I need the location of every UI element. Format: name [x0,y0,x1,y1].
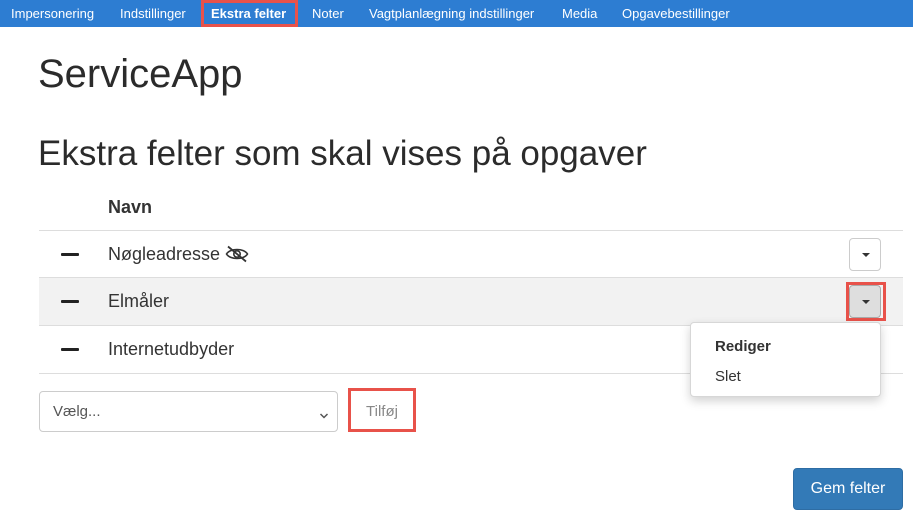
nav-item-opgavebestillinger[interactable]: Opgavebestillinger [622,0,730,27]
chevron-down-icon [319,407,329,425]
row-actions-menu: Rediger Slet [690,322,881,397]
menu-item-rediger[interactable]: Rediger [715,338,771,356]
row-actions-dropdown-button[interactable] [849,285,881,318]
caret-down-icon [862,253,870,257]
nav-item-vagtplanlaegning[interactable]: Vagtplanlægning indstillinger [369,0,534,27]
column-header-navn: Navn [108,197,153,217]
field-select-value: Vælg... [53,403,101,420]
eye-slash-icon [225,245,249,268]
row-name-label: Internetudbyder [108,339,235,359]
nav-item-impersonering[interactable]: Impersonering [11,0,94,27]
table-row: Nøgleadresse [39,231,903,278]
caret-down-icon [862,300,870,304]
drag-handle-icon[interactable] [61,348,79,351]
field-select[interactable]: Vælg... [39,391,338,432]
app-title: ServiceApp [38,52,243,96]
nav-item-noter[interactable]: Noter [312,0,344,27]
row-name-cell: Nøgleadresse [108,243,249,268]
drag-handle-icon[interactable] [61,253,79,256]
menu-item-slet[interactable]: Slet [715,368,741,386]
page-heading: Ekstra felter som skal vises på opgaver [38,134,647,173]
save-fields-button[interactable]: Gem felter [793,468,903,510]
table-row: Elmåler [39,278,903,325]
row-name-label: Nøgleadresse [108,244,221,264]
top-nav-bar: Impersonering Indstillinger Ekstra felte… [0,0,913,27]
row-name-label: Elmåler [108,291,170,311]
nav-item-ekstra-felter[interactable]: Ekstra felter [211,0,286,27]
add-field-button[interactable]: Tilføj [351,393,413,430]
nav-item-indstillinger[interactable]: Indstillinger [120,0,186,27]
drag-handle-icon[interactable] [61,300,79,303]
nav-item-media[interactable]: Media [562,0,597,27]
row-actions-dropdown-button[interactable] [849,238,881,271]
